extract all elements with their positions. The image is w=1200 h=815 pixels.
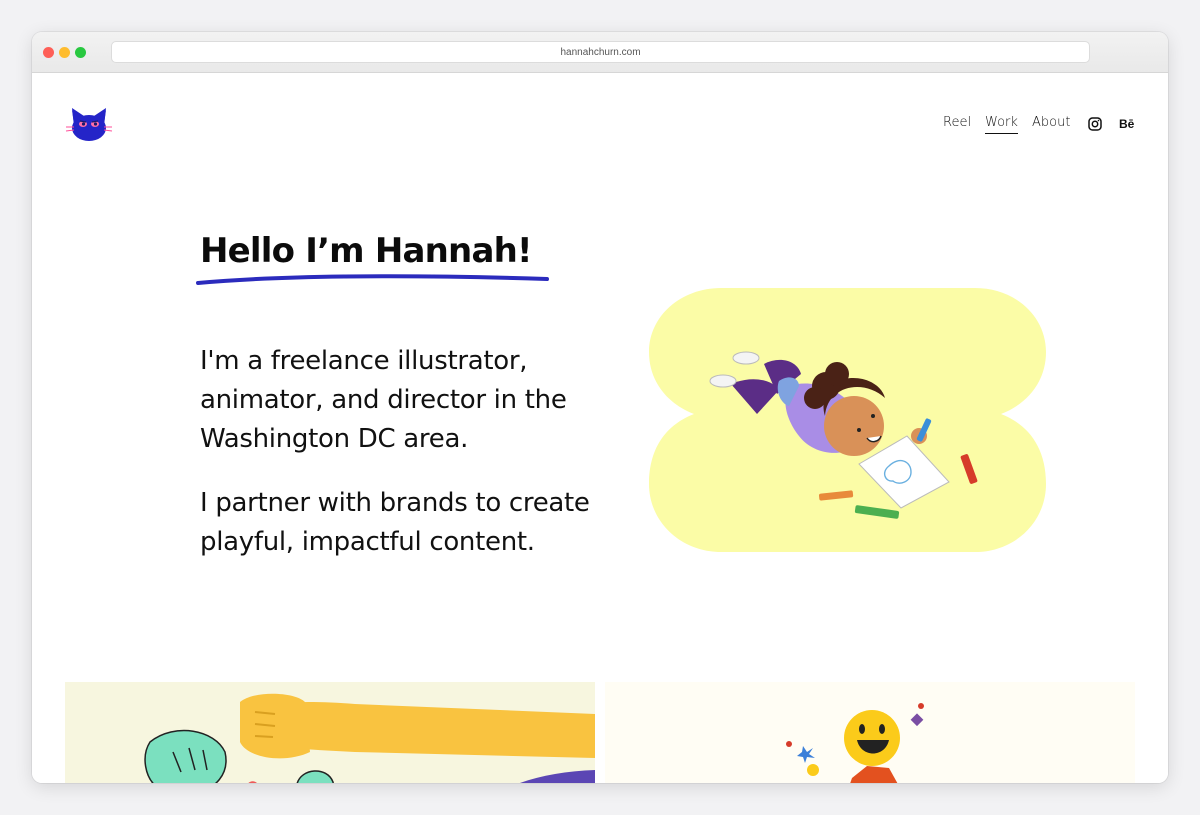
address-bar[interactable]: hannahchurn.com bbox=[111, 41, 1090, 63]
hands-illustration bbox=[144, 693, 595, 783]
browser-window: hannahchurn.com Reel Work About Bē Hello… bbox=[32, 32, 1168, 783]
maximize-window-button[interactable] bbox=[75, 47, 86, 58]
emoji-characters-illustration bbox=[786, 703, 924, 783]
project-thumbnail-hands[interactable] bbox=[65, 682, 595, 783]
title-underline-stroke bbox=[196, 274, 549, 285]
behance-link[interactable]: Bē bbox=[1119, 117, 1134, 131]
hero-title: Hello I’m Hannah! bbox=[200, 231, 533, 271]
close-window-button[interactable] bbox=[43, 47, 54, 58]
intro-paragraph: I'm a freelance illustrator, animator, a… bbox=[200, 346, 567, 454]
webpage: Reel Work About Bē Hello I’m Hannah! I'm… bbox=[32, 73, 1168, 783]
nav-reel-link[interactable]: Reel bbox=[943, 115, 971, 130]
nav-work-link[interactable]: Work bbox=[985, 115, 1018, 134]
project-thumbnail-emoji[interactable] bbox=[605, 682, 1135, 783]
instagram-icon[interactable] bbox=[1088, 117, 1102, 131]
minimize-window-button[interactable] bbox=[59, 47, 70, 58]
services-paragraph: I partner with brands to create playful,… bbox=[200, 488, 590, 557]
nav-about-link[interactable]: About bbox=[1032, 115, 1070, 130]
browser-titlebar: hannahchurn.com bbox=[32, 32, 1168, 73]
girl-drawing-illustration bbox=[649, 288, 1046, 552]
main-nav: Reel Work About Bē bbox=[32, 115, 1168, 135]
